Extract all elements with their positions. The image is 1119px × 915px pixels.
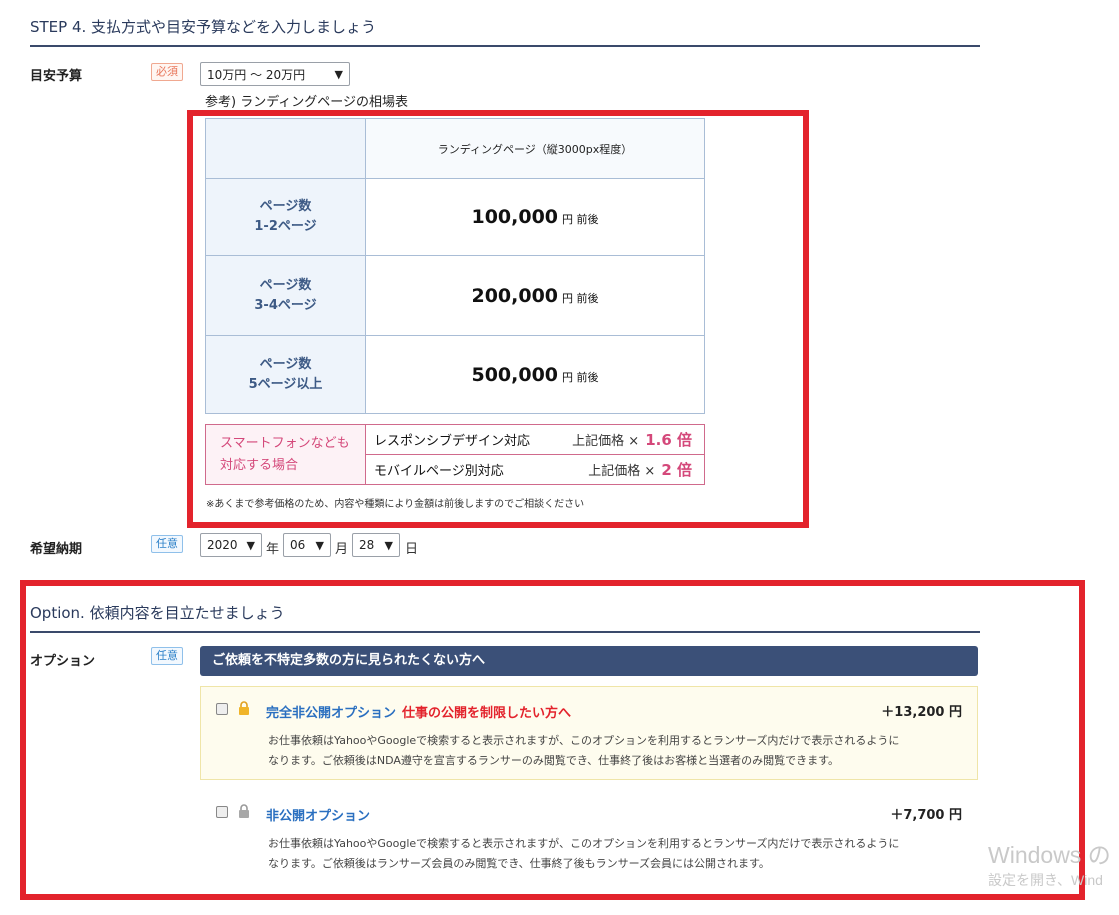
smart-label-cell: スマートフォンなども 対応する場合 [205,424,366,485]
option-label: オプション [30,654,96,669]
private-description: お仕事依頼はYahooやGoogleで検索すると表示されますが、このオプションを… [268,834,968,874]
row-header-line2: 3-4ページ [254,297,317,313]
month-select[interactable]: 06 ▼ [283,533,331,557]
private-price: ＋7,700 円 [890,808,962,823]
step4-heading: STEP 4. 支払方式や目安予算などを入力しましょう [30,16,980,47]
description-line1: お仕事依頼はYahooやGoogleで検索すると表示されますが、このオプションを… [268,734,900,747]
row-header-line2: 5ページ以上 [248,376,323,392]
row-header: ページ数 5ページ以上 [205,335,366,414]
row-header-line1: ページ数 [259,356,312,372]
smart-price-prefix: 上記価格 × [572,434,640,449]
option-heading: Option. 依頼内容を目立たせましょう [30,602,980,633]
deadline-label: 希望納期 [30,542,83,557]
row-header: ページ数 1-2ページ [205,178,366,256]
smartphone-table: スマートフォンなども 対応する場合 レスポンシブデザイン対応 上記価格 × 1.6… [205,424,706,485]
lock-icon [239,804,249,818]
row-header-line1: ページ数 [259,199,312,214]
price-cell: 500,000 円 前後 [365,335,705,414]
description-line2: なります。ご依頼後はNDA遵守を宣言するランサーのみ閲覧でき、仕事終了後はお客様… [268,754,840,767]
description-line1: お仕事依頼はYahooやGoogleで検索すると表示されますが、このオプションを… [268,837,900,850]
price-unit: 円 前後 [562,291,599,305]
budget-label: 目安予算 [30,69,83,84]
smart-option-price: 上記価格 × 2 倍 [553,454,706,485]
table-corner-cell [205,118,366,179]
full-private-subtitle: 仕事の公開を制限したい方へ [402,706,572,721]
price-unit: 円 前後 [562,213,599,226]
budget-select-value: 10万円 ～ 20万円 [207,67,306,82]
price-table: ランディングページ（縦3000px程度） ページ数 1-2ページ 100,000… [205,118,705,414]
table-row: ページ数 5ページ以上 500,000 円 前後 [205,335,705,414]
dropdown-arrow-icon: ▼ [334,67,343,81]
day-select[interactable]: 28 ▼ [352,533,400,557]
full-private-checkbox[interactable] [216,703,228,715]
private-name[interactable]: 非公開オプション [266,805,370,824]
table-row: ページ数 3-4ページ 200,000 円 前後 [205,255,705,336]
row-header-line2: 1-2ページ [254,219,317,234]
smart-row: スマートフォンなども 対応する場合 レスポンシブデザイン対応 上記価格 × 1.6… [205,424,706,485]
lock-icon [239,701,249,715]
smart-option-name: レスポンシブデザイン対応 [365,424,554,455]
dropdown-arrow-icon: ▼ [246,538,255,552]
day-value: 28 [359,538,375,552]
month-value: 06 [290,538,306,552]
price-value: 500,000 [471,363,559,386]
year-value: 2020 [207,538,238,552]
full-private-description: お仕事依頼はYahooやGoogleで検索すると表示されますが、このオプションを… [268,731,968,771]
smart-option-name: モバイルページ別対応 [365,454,554,485]
full-private-title[interactable]: 完全非公開オプション 仕事の公開を制限したい方へ [266,702,571,721]
table-column-header: ランディングページ（縦3000px程度） [365,118,705,179]
table-row: ページ数 1-2ページ 100,000 円 前後 [205,178,705,256]
day-unit: 日 [405,542,419,557]
private-checkbox[interactable] [216,806,228,818]
option-section-bar: ご依頼を不特定多数の方に見られたくない方へ [200,646,978,676]
year-select[interactable]: 2020 ▼ [200,533,262,557]
year-unit: 年 [266,542,280,557]
price-unit: 円 前後 [562,370,599,384]
smart-option-price: 上記価格 × 1.6 倍 [553,424,706,455]
full-private-name[interactable]: 完全非公開オプション [266,706,396,721]
smart-multiplier: 1.6 倍 [645,431,692,449]
full-private-price: ＋13,200 円 [881,705,962,720]
required-badge: 必須 [151,63,183,81]
budget-select[interactable]: 10万円 ～ 20万円 ▼ [200,62,350,86]
smart-price-prefix: 上記価格 × [588,464,656,479]
row-header-line1: ページ数 [259,277,312,293]
price-cell: 100,000 円 前後 [365,178,705,256]
dropdown-arrow-icon: ▼ [315,538,324,552]
windows-activation-watermark: Windows の [988,842,1111,868]
optional-badge: 任意 [151,647,183,665]
dropdown-arrow-icon: ▼ [384,538,393,552]
smart-multiplier: 2 倍 [661,461,692,479]
month-unit: 月 [335,542,349,557]
price-cell: 200,000 円 前後 [365,255,705,336]
smart-label-line1: スマートフォンなども [220,435,350,451]
reference-caption: 参考) ランディングページの相場表 [205,95,409,110]
price-value: 100,000 [471,206,559,228]
optional-badge: 任意 [151,535,183,553]
row-header: ページ数 3-4ページ [205,255,366,336]
smart-label-line2: 対応する場合 [220,457,299,473]
description-line2: なります。ご依頼後はランサーズ会員のみ閲覧でき、仕事終了後もランサーズ会員には公… [268,857,770,870]
price-value: 200,000 [471,284,559,307]
windows-activation-subtext: 設定を開き、Wind [988,872,1103,888]
price-note: ※あくまで参考価格のため、内容や種類により金額は前後しますのでご相談ください [206,499,585,510]
